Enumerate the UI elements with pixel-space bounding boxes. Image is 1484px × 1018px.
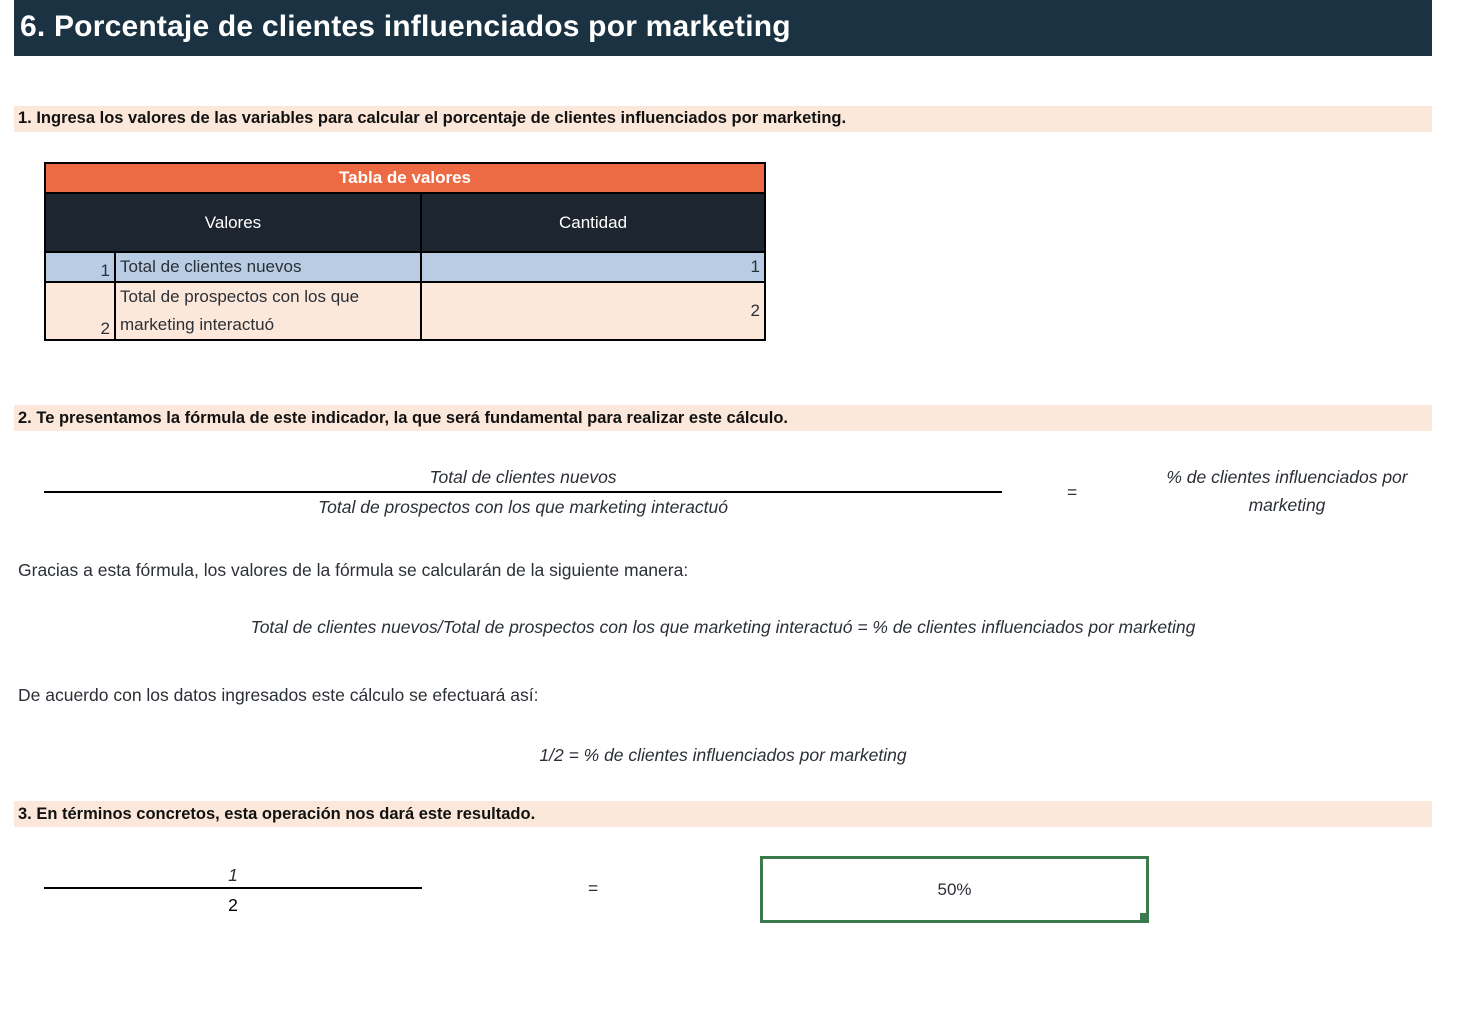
explanation-formula: Total de clientes nuevos/Total de prospe… xyxy=(250,617,1196,637)
column-header-valores: Valores xyxy=(44,192,422,253)
section-1-heading: 1. Ingresa los valores de las variables … xyxy=(18,109,847,127)
quantity-cell[interactable]: 2 xyxy=(420,281,766,341)
row-label-line-2: marketing interactuó xyxy=(120,315,275,334)
result-numerator: 1 xyxy=(228,865,238,885)
table-caption: Tabla de valores xyxy=(44,162,766,194)
formula-fraction-line xyxy=(44,491,1002,493)
data-formula: 1/2 = % de clientes influenciados por ma… xyxy=(539,745,907,765)
result-equals: = xyxy=(588,878,599,898)
table-row: 1 Total de clientes nuevos 1 xyxy=(44,251,766,283)
formula-denominator: Total de prospectos con los que marketin… xyxy=(318,497,728,517)
result-value: 50% xyxy=(937,879,972,899)
row-label-line-1: Total de prospectos con los que xyxy=(120,287,360,306)
table-row: 2 Total de prospectos con los que market… xyxy=(44,281,766,341)
quantity-cell[interactable]: 1 xyxy=(420,251,766,283)
section-2-heading: 2. Te presentamos la fórmula de este ind… xyxy=(18,409,788,427)
result-denominator: 2 xyxy=(228,895,238,915)
fill-handle[interactable] xyxy=(1140,913,1149,922)
row-index: 1 xyxy=(44,251,116,283)
formula-result-line-1: % de clientes influenciados por xyxy=(1166,467,1408,487)
data-intro: De acuerdo con los datos ingresados este… xyxy=(18,685,539,705)
explanation-intro: Gracias a esta fórmula, los valores de l… xyxy=(18,560,689,580)
formula-numerator: Total de clientes nuevos xyxy=(429,467,617,487)
row-label[interactable]: Total de prospectos con los que marketin… xyxy=(114,281,422,341)
values-table: Tabla de valores Valores Cantidad 1 Tota… xyxy=(44,162,766,341)
formula-equals: = xyxy=(1067,482,1078,502)
result-fraction-line xyxy=(44,887,422,889)
formula-result-line-2: marketing xyxy=(1248,495,1326,515)
row-index: 2 xyxy=(44,281,116,341)
page-title: 6. Porcentaje de clientes influenciados … xyxy=(20,10,791,43)
column-header-cantidad: Cantidad xyxy=(420,192,766,253)
row-label[interactable]: Total de clientes nuevos xyxy=(114,251,422,283)
section-3-heading: 3. En términos concretos, esta operación… xyxy=(18,805,536,823)
result-cell[interactable]: 50% xyxy=(760,856,1149,923)
